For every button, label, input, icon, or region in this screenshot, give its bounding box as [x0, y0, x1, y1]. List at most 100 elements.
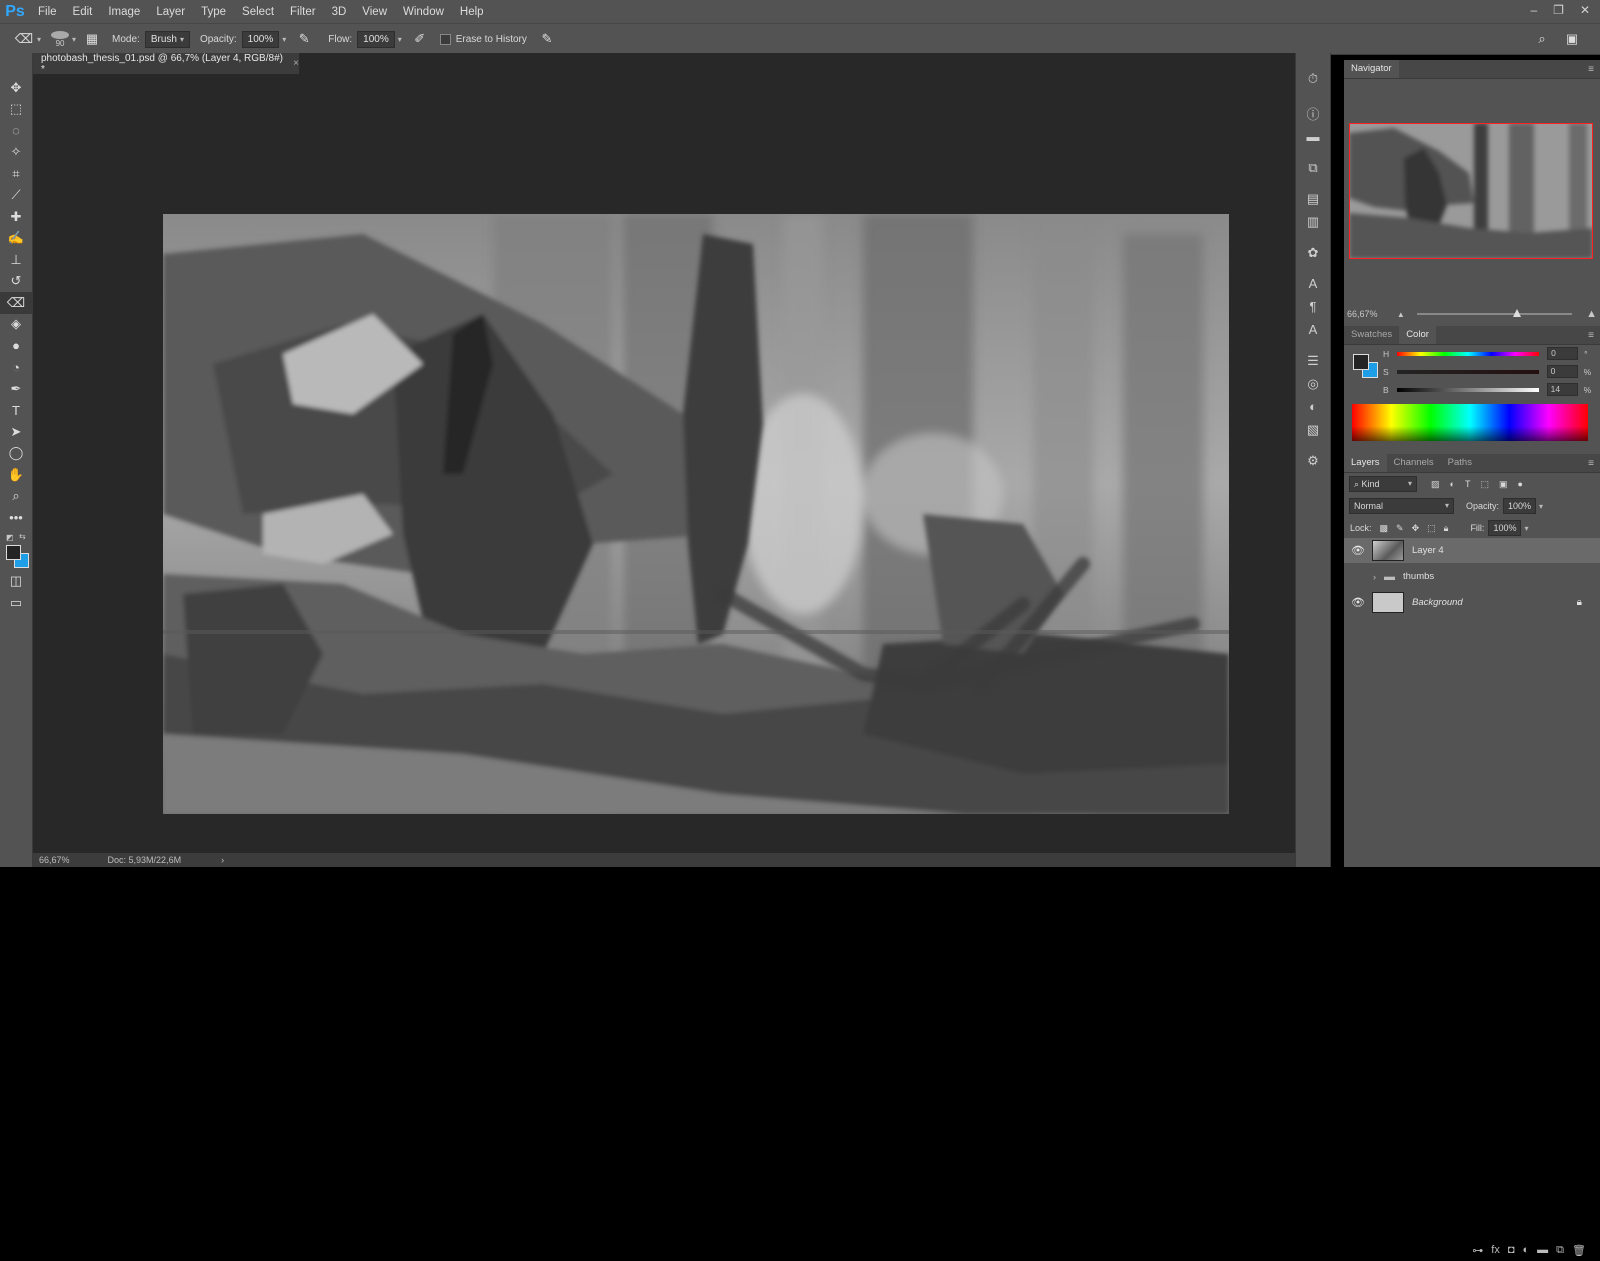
saturation-value[interactable]: 0: [1546, 365, 1578, 378]
navigator-zoom[interactable]: 66,67%: [1347, 309, 1383, 319]
panel-menu-icon[interactable]: ≡: [1588, 64, 1594, 75]
magic-wand-tool-icon[interactable]: ✧: [0, 142, 32, 164]
blur-tool-icon[interactable]: ●: [0, 335, 32, 357]
erase-to-history-group[interactable]: Erase to History: [439, 33, 527, 45]
opacity-input[interactable]: 100%: [241, 30, 280, 48]
zoom-slider[interactable]: [1416, 309, 1573, 317]
layer-item[interactable]: 👁︎ Background 🔒︎: [1344, 590, 1600, 615]
brush-tool-icon[interactable]: ✍: [0, 228, 32, 250]
layer-opacity-input[interactable]: 100%: [1503, 498, 1537, 514]
brush-presets-panel-icon[interactable]: ✿: [1296, 241, 1330, 264]
menu-type[interactable]: Type: [193, 6, 234, 18]
foreground-color-swatch[interactable]: [6, 544, 21, 560]
filter-shape-icon[interactable]: ⬚: [1480, 479, 1489, 490]
menu-select[interactable]: Select: [234, 6, 282, 18]
timeline-panel-icon[interactable]: ⚙: [1296, 449, 1330, 472]
zoom-tool-icon[interactable]: ⌕: [0, 486, 32, 508]
chevron-down-icon[interactable]: ▾: [37, 35, 41, 44]
pen-tool-icon[interactable]: ✒: [0, 378, 32, 400]
tab-color[interactable]: Color: [1399, 326, 1436, 344]
close-icon[interactable]: ✕: [1580, 3, 1590, 17]
panel-menu-icon[interactable]: ≡: [1588, 330, 1594, 341]
layer-comps-panel-icon[interactable]: ▤: [1296, 187, 1330, 210]
paragraph-panel-icon[interactable]: ¶: [1296, 295, 1330, 318]
path-selection-tool-icon[interactable]: ➤: [0, 421, 32, 443]
filter-kind-select[interactable]: ⌕ Kind ▾: [1349, 476, 1417, 492]
measurement-panel-icon[interactable]: ▬: [1296, 125, 1330, 148]
quick-mask-icon[interactable]: ◫: [0, 571, 32, 593]
styles-panel-icon[interactable]: ◎: [1296, 372, 1330, 395]
notes-panel-icon[interactable]: ▥: [1296, 210, 1330, 233]
visibility-empty-icon[interactable]: ·: [1349, 571, 1367, 583]
blend-mode-select[interactable]: Normal ▾: [1349, 498, 1454, 514]
menu-help[interactable]: Help: [452, 6, 492, 18]
history-panel-icon[interactable]: ⏱: [1296, 67, 1330, 90]
tab-layers[interactable]: Layers: [1344, 454, 1387, 472]
fill-input[interactable]: 100%: [1488, 520, 1522, 536]
history-brush-tool-icon[interactable]: ↺: [0, 271, 32, 293]
pressure-size-icon[interactable]: ✎: [537, 29, 557, 49]
color-spectrum[interactable]: [1352, 404, 1588, 441]
clone-source-panel-icon[interactable]: ⧉: [1296, 156, 1330, 179]
libraries-panel-icon[interactable]: ▧: [1296, 418, 1330, 441]
status-zoom[interactable]: 66,67%: [39, 855, 70, 865]
new-layer-icon[interactable]: ⧉: [1556, 1244, 1564, 1261]
lasso-tool-icon[interactable]: ◌: [0, 120, 32, 142]
color-fg-swatch[interactable]: [1353, 354, 1369, 370]
character-panel-icon[interactable]: A: [1296, 272, 1330, 295]
info-panel-icon[interactable]: ⓘ: [1296, 102, 1330, 125]
ellipse-tool-icon[interactable]: ◯: [0, 443, 32, 465]
type-tool-icon[interactable]: T: [0, 400, 32, 422]
clone-stamp-tool-icon[interactable]: ⊥: [0, 249, 32, 271]
expand-chevron-icon[interactable]: ›: [1373, 572, 1376, 582]
lock-icon[interactable]: 🔒︎: [1577, 597, 1582, 608]
move-tool-icon[interactable]: ✥: [0, 77, 32, 99]
tab-swatches[interactable]: Swatches: [1344, 326, 1399, 344]
filter-toggle-icon[interactable]: ●: [1517, 479, 1522, 489]
menu-3d[interactable]: 3D: [324, 6, 355, 18]
filter-pixel-icon[interactable]: ▨: [1431, 479, 1440, 490]
dodge-tool-icon[interactable]: ◔: [0, 357, 32, 379]
close-tab-icon[interactable]: ×: [293, 58, 299, 69]
canvas[interactable]: [163, 214, 1229, 814]
eraser-icon[interactable]: ⌫: [14, 29, 34, 49]
restore-icon[interactable]: ❐: [1553, 3, 1564, 17]
chevron-down-icon[interactable]: ▾: [1524, 524, 1528, 533]
flow-input[interactable]: 100%: [357, 30, 395, 48]
tab-channels[interactable]: Channels: [1387, 454, 1441, 472]
menu-edit[interactable]: Edit: [65, 6, 101, 18]
lock-position-icon[interactable]: ✥: [1412, 523, 1420, 534]
zoom-slider-handle[interactable]: [1513, 309, 1522, 317]
navigator-view-box[interactable]: [1349, 123, 1593, 259]
lock-pixels-icon[interactable]: ✎: [1396, 523, 1404, 534]
filter-type-icon[interactable]: T: [1465, 479, 1471, 489]
lock-artboard-icon[interactable]: ⬚: [1427, 523, 1436, 534]
brightness-value[interactable]: 14: [1546, 383, 1578, 396]
zoom-out-icon[interactable]: ▲: [1397, 310, 1405, 319]
menu-layer[interactable]: Layer: [148, 6, 193, 18]
more-tools-icon[interactable]: •••: [0, 507, 32, 529]
chevron-down-icon[interactable]: ▾: [72, 35, 76, 44]
zoom-in-icon[interactable]: ▲: [1586, 308, 1597, 320]
eraser-tool-icon[interactable]: ⌫: [0, 292, 32, 314]
fx-icon[interactable]: fx: [1491, 1244, 1500, 1261]
crop-tool-icon[interactable]: ⌗: [0, 163, 32, 185]
layer-item[interactable]: 👁︎ Layer 4: [1344, 538, 1600, 563]
hue-value[interactable]: 0: [1547, 347, 1579, 360]
panel-menu-icon[interactable]: ≡: [1588, 458, 1594, 469]
marquee-tool-icon[interactable]: ⬚: [0, 99, 32, 121]
default-colors-icon[interactable]: ◩: [6, 533, 14, 542]
properties-panel-icon[interactable]: ☰: [1296, 349, 1330, 372]
screen-mode-icon[interactable]: ▭: [0, 592, 32, 614]
lock-all-icon[interactable]: 🔒︎: [1444, 523, 1449, 534]
filter-smart-object-icon[interactable]: ▣: [1499, 479, 1508, 490]
hand-tool-icon[interactable]: ✋: [0, 464, 32, 486]
erase-to-history-checkbox[interactable]: [439, 33, 451, 45]
add-mask-icon[interactable]: ◘: [1508, 1244, 1515, 1261]
workspace-icon[interactable]: ▣: [1562, 29, 1582, 49]
adjustments-panel-icon[interactable]: ◐: [1296, 395, 1330, 418]
brightness-slider[interactable]: [1396, 387, 1539, 392]
layer-group-item[interactable]: · › ▬ thumbs: [1344, 564, 1600, 589]
lock-transparent-icon[interactable]: ▩: [1380, 523, 1389, 534]
menu-filter[interactable]: Filter: [282, 6, 324, 18]
